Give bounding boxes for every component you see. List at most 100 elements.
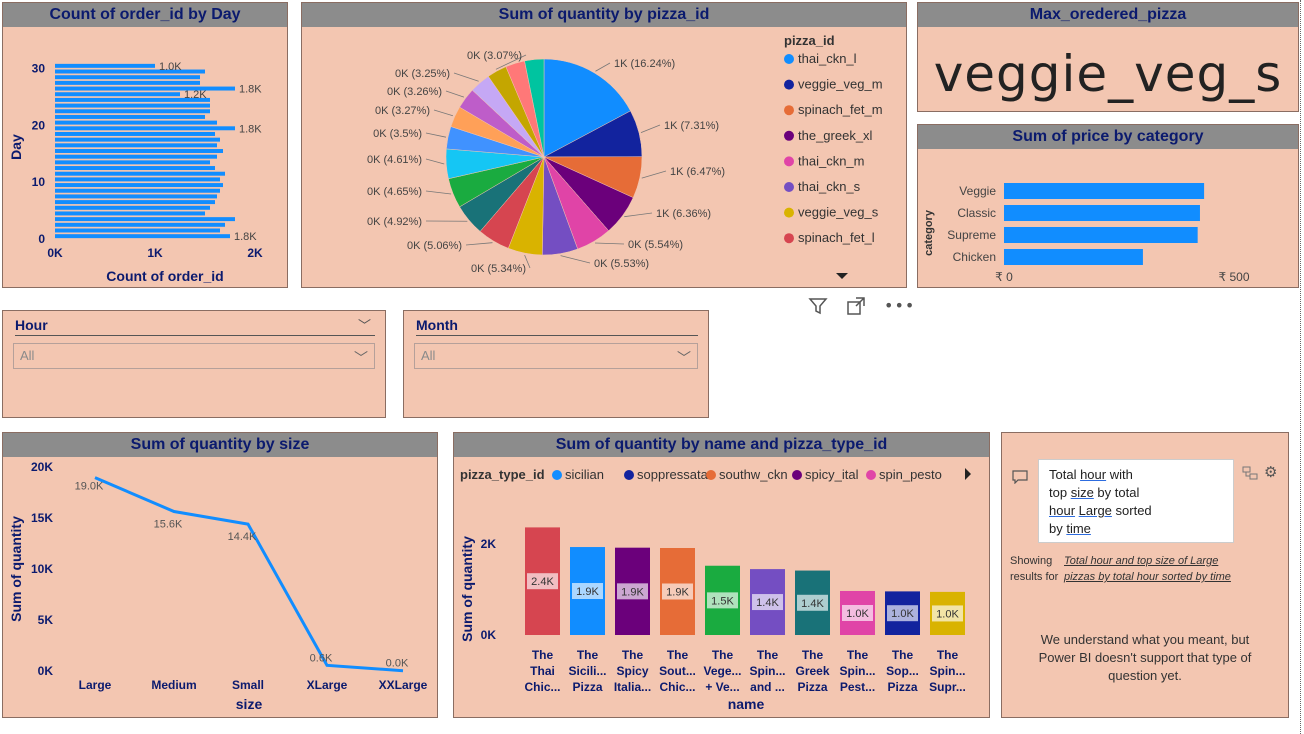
name-data-label: 1.0K xyxy=(891,608,914,620)
name-x-tick: The xyxy=(577,648,599,662)
showing-results-link[interactable]: Total hour and top size of Large pizzas … xyxy=(1064,553,1244,585)
qa-text: by xyxy=(1049,521,1067,536)
chat-icon xyxy=(1012,469,1028,488)
name-x-tick: Spicy xyxy=(616,664,648,678)
name-x-tick: Chic... xyxy=(524,680,560,694)
qa-panel: Total hour with top size by total hour L… xyxy=(1001,432,1289,718)
pie-chart-panel: Sum of quantity by pizza_id 1K (16.24%) 1… xyxy=(301,2,907,288)
filter-icon[interactable] xyxy=(808,296,828,321)
day-x-tick: 2K xyxy=(247,246,263,260)
day-bar xyxy=(55,149,223,153)
pie-data-label: 1K (6.47%) xyxy=(670,166,725,178)
card-value: veggie_veg_s xyxy=(933,45,1283,103)
qa-text: by total xyxy=(1093,485,1140,500)
pie-data-label: 0K (4.61%) xyxy=(367,154,422,166)
size-x-label: size xyxy=(236,696,263,712)
day-bar xyxy=(55,188,220,193)
name-data-label: 1.4K xyxy=(756,597,779,609)
more-options-icon[interactable]: ••• xyxy=(884,296,915,321)
name-x-tick: Sicili... xyxy=(568,664,606,678)
month-slicer: Month All ﹀ xyxy=(403,310,709,418)
size-x-tick: Small xyxy=(232,678,264,692)
day-bar xyxy=(55,75,200,80)
size-x-tick: Medium xyxy=(151,678,196,692)
name-data-label: 1.9K xyxy=(621,586,644,598)
name-legend-marker xyxy=(624,470,634,480)
name-legend-item: spicy_ital xyxy=(805,467,859,482)
hour-dropdown[interactable]: All ﹀ xyxy=(13,343,375,369)
category-tick-label: Classic xyxy=(957,206,996,220)
visual-toolbar: ••• xyxy=(808,296,915,321)
qa-message: We understand what you meant, but Power … xyxy=(1038,632,1252,683)
qa-text: sorted xyxy=(1111,503,1152,518)
category-chart-panel: Sum of price by category Veggie Classic Su… xyxy=(917,124,1299,288)
day-bar xyxy=(55,234,230,239)
size-chart: 0K 5K 10K 15K 20K 19.0K Large 15.6K Medium 14.4K S… xyxy=(8,460,428,712)
name-legend-item: soppressata xyxy=(637,467,709,482)
size-y-label: Sum of quantity xyxy=(8,516,24,622)
share-icon[interactable] xyxy=(1242,465,1258,484)
size-x-tick: XXLarge xyxy=(379,678,428,692)
name-x-tick: Spin... xyxy=(840,664,876,678)
chevron-down-icon: ﹀ xyxy=(354,350,368,366)
legend-scroll-right-icon xyxy=(965,468,971,480)
focus-mode-icon[interactable] xyxy=(846,296,866,321)
name-chart: pizza_type_id sicilian soppressata southw_c… xyxy=(459,467,971,712)
pie-legend-item: thai_ckn_l xyxy=(798,51,857,66)
name-x-tick: Greek xyxy=(795,664,829,678)
hour-dropdown-value: All xyxy=(20,348,35,363)
chevron-down-icon: ﹀ xyxy=(677,350,691,366)
name-y-label: Sum of quantity xyxy=(459,536,475,642)
day-bar xyxy=(55,194,217,199)
month-dropdown[interactable]: All ﹀ xyxy=(414,343,698,369)
day-data-label: 1.8K xyxy=(239,84,262,96)
pie-leader-line xyxy=(594,242,625,245)
qa-question-box[interactable]: Total hour with top size by total hour L… xyxy=(1038,459,1234,543)
pie-data-label: 0K (5.54%) xyxy=(628,239,683,251)
day-bar xyxy=(55,126,235,131)
pie-data-label: 0K (5.34%) xyxy=(471,263,526,275)
day-bar xyxy=(55,63,155,68)
size-y-tick: 10K xyxy=(31,562,53,576)
name-x-tick: Pizza xyxy=(887,680,917,694)
name-x-tick: and ... xyxy=(750,680,785,694)
name-x-tick: Vege... xyxy=(703,664,741,678)
day-bar xyxy=(55,217,235,222)
name-x-tick: The xyxy=(892,648,914,662)
name-x-tick: Supr... xyxy=(929,680,966,694)
pie-data-label: 0K (4.92%) xyxy=(367,216,422,228)
size-y-tick: 5K xyxy=(38,613,54,627)
divider xyxy=(416,335,698,336)
name-x-tick: The xyxy=(847,648,869,662)
day-y-label: Day xyxy=(8,134,24,160)
month-dropdown-value: All xyxy=(421,348,436,363)
pie-data-label: 0K (4.65%) xyxy=(367,186,422,198)
gear-icon[interactable]: ⚙ xyxy=(1264,463,1277,481)
name-chart-title: Sum of quantity by name and pizza_type_i… xyxy=(454,433,989,457)
category-x-tick: ₹ 0 xyxy=(995,270,1013,284)
category-tick-label: Chicken xyxy=(953,250,996,264)
pie-legend-marker xyxy=(784,54,794,64)
name-data-label: 1.9K xyxy=(576,586,599,598)
name-y-tick: 0K xyxy=(481,628,497,642)
size-x-tick: Large xyxy=(79,678,112,692)
name-legend-item: sicilian xyxy=(565,467,604,482)
pie-legend-marker xyxy=(784,156,794,167)
category-bar xyxy=(1004,205,1200,221)
day-y-tick: 30 xyxy=(32,62,46,76)
day-bar xyxy=(55,183,223,188)
day-bar xyxy=(55,137,220,142)
day-y-tick: 20 xyxy=(32,118,46,132)
pie-legend-marker xyxy=(784,207,794,218)
pie-leader-line xyxy=(445,90,465,98)
size-data-label: 15.6K xyxy=(154,519,183,531)
chevron-down-icon[interactable]: ﹀ xyxy=(358,315,371,334)
day-data-label: 1.0K xyxy=(159,61,182,73)
day-bar xyxy=(55,86,235,91)
day-bar xyxy=(55,166,215,171)
qa-term: time xyxy=(1066,521,1091,536)
qa-text: with xyxy=(1106,467,1133,482)
pie-legend-marker xyxy=(784,105,794,116)
day-data-label: 1.8K xyxy=(239,123,262,135)
pie-legend-item: spinach_fet_m xyxy=(798,102,883,117)
